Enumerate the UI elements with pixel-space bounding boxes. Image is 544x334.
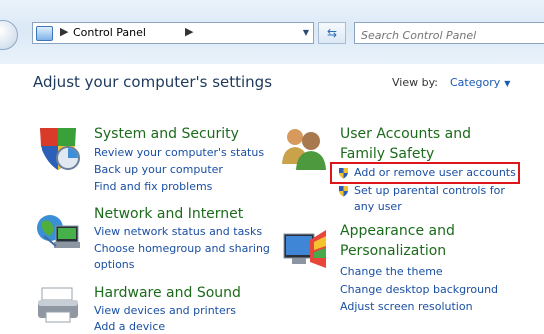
network-icon[interactable] <box>34 206 82 254</box>
category-system-security[interactable]: System and Security <box>94 125 239 143</box>
link-screen-resolution[interactable]: Adjust screen resolution <box>340 300 473 314</box>
address-dropdown-icon[interactable]: ▼ <box>297 22 315 44</box>
address-toolbar: ▶ Control Panel ▶ ▼ ⇆ <box>0 0 544 64</box>
refresh-icon[interactable]: ⇆ <box>318 22 346 44</box>
link-devices-printers[interactable]: View devices and printers <box>94 304 236 318</box>
link-homegroup-options[interactable]: options <box>94 258 135 272</box>
category-hardware-sound[interactable]: Hardware and Sound <box>94 284 241 302</box>
link-review-status[interactable]: Review your computer's status <box>94 146 264 160</box>
search-input[interactable] <box>354 22 544 44</box>
category-appearance-line1[interactable]: Appearance and <box>340 222 455 240</box>
hardware-icon[interactable] <box>34 286 82 326</box>
view-by-dropdown[interactable]: Category ▼ <box>450 76 510 89</box>
chevron-right-icon[interactable]: ▶ <box>60 25 68 38</box>
user-accounts-icon[interactable] <box>280 124 326 172</box>
link-backup[interactable]: Back up your computer <box>94 163 223 177</box>
link-desktop-background[interactable]: Change desktop background <box>340 283 498 297</box>
category-appearance-line2[interactable]: Personalization <box>340 242 446 260</box>
highlight-box <box>330 162 520 184</box>
uac-shield-icon <box>339 186 348 197</box>
category-network-internet[interactable]: Network and Internet <box>94 205 243 223</box>
appearance-icon[interactable] <box>280 228 328 272</box>
back-forward-icon[interactable] <box>0 20 18 50</box>
link-parental-controls-any-user[interactable]: any user <box>354 200 402 214</box>
chevron-down-icon[interactable]: ▼ <box>504 79 510 88</box>
view-by-value[interactable]: Category <box>450 76 500 89</box>
link-parental-controls[interactable]: Set up parental controls for <box>354 184 505 198</box>
address-bar[interactable]: ▶ Control Panel ▶ <box>32 22 314 44</box>
page-title: Adjust your computer's settings <box>33 73 273 91</box>
link-homegroup[interactable]: Choose homegroup and sharing <box>94 242 270 256</box>
chevron-right-icon[interactable]: ▶ <box>185 25 193 38</box>
category-user-accounts-line1[interactable]: User Accounts and <box>340 125 471 143</box>
control-panel-icon <box>36 26 53 41</box>
view-by-label: View by: <box>392 76 438 89</box>
link-change-theme[interactable]: Change the theme <box>340 265 443 279</box>
link-add-device-partial[interactable]: Add a device <box>94 320 165 334</box>
breadcrumb-control-panel[interactable]: Control Panel <box>73 26 146 39</box>
link-find-fix[interactable]: Find and fix problems <box>94 180 212 194</box>
link-network-status[interactable]: View network status and tasks <box>94 225 262 239</box>
system-security-icon[interactable] <box>34 124 82 172</box>
category-user-accounts-line2[interactable]: Family Safety <box>340 145 434 163</box>
